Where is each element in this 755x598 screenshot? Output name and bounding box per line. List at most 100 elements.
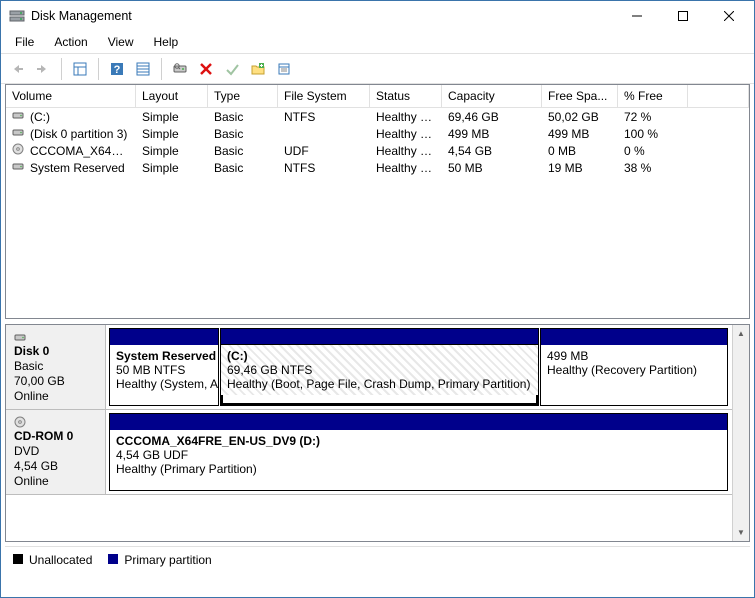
disk-row: CD-ROM 0DVD4,54 GBOnlineCCCOMA_X64FRE_EN… [6, 410, 732, 495]
drive-icon [12, 126, 26, 138]
refresh-disks-button[interactable] [168, 57, 192, 81]
layout-button[interactable] [68, 57, 92, 81]
cd-icon [12, 143, 26, 155]
partition[interactable]: CCCOMA_X64FRE_EN-US_DV9 (D:)4,54 GB UDFH… [109, 413, 728, 491]
col-type[interactable]: Type [208, 85, 278, 107]
partition[interactable]: System Reserved50 MB NTFSHealthy (System… [109, 328, 219, 406]
volume-layout: Simple [136, 157, 208, 179]
disk-name: Disk 0 [14, 344, 97, 358]
content-area: Volume Layout Type File System Status Ca… [1, 84, 754, 597]
partition-info: 69,46 GB NTFS [227, 363, 532, 377]
volume-row[interactable]: System Reserved SimpleBasicNTFSHealthy (S… [6, 159, 749, 176]
legend: Unallocated Primary partition [5, 546, 750, 573]
volume-type: Basic [208, 157, 278, 179]
properties-button[interactable] [272, 57, 296, 81]
toolbar-separator [61, 58, 62, 80]
drive-icon [12, 109, 26, 121]
disk-size: 4,54 GB [14, 459, 97, 473]
delete-button[interactable] [194, 57, 218, 81]
toolbar: ? [1, 54, 754, 84]
partition-info: 4,54 GB UDF [116, 448, 721, 462]
disk-label[interactable]: CD-ROM 0DVD4,54 GBOnline [6, 410, 106, 494]
scroll-down-button[interactable]: ▼ [733, 524, 749, 541]
volume-list-body[interactable]: (C:)SimpleBasicNTFSHealthy (B...69,46 GB… [6, 108, 749, 318]
volume-fs [278, 130, 370, 138]
help-button[interactable]: ? [105, 57, 129, 81]
volume-fs: NTFS [278, 108, 370, 128]
volume-capacity: 50 MB [442, 157, 542, 179]
partition-status: Healthy (Primary Partition) [116, 462, 721, 476]
menu-view[interactable]: View [100, 33, 142, 51]
new-folder-button[interactable] [246, 57, 270, 81]
volume-list-header[interactable]: Volume Layout Type File System Status Ca… [6, 85, 749, 108]
volume-pctfree: 38 % [618, 157, 688, 179]
back-button [5, 57, 29, 81]
col-capacity[interactable]: Capacity [442, 85, 542, 107]
disk-management-window: Disk Management File Action View Help ? … [0, 0, 755, 598]
svg-text:?: ? [114, 64, 121, 76]
toolbar-separator [161, 58, 162, 80]
scroll-up-button[interactable]: ▲ [733, 325, 749, 342]
legend-unallocated: Unallocated [13, 553, 92, 567]
titlebar[interactable]: Disk Management [1, 1, 754, 31]
menubar: File Action View Help [1, 31, 754, 53]
col-pctfree[interactable]: % Free [618, 85, 688, 107]
close-button[interactable] [706, 2, 752, 31]
app-icon [9, 8, 25, 24]
col-status[interactable]: Status [370, 85, 442, 107]
partition-color-bar [110, 414, 727, 430]
col-tail[interactable] [688, 85, 749, 107]
primary-swatch [108, 554, 118, 564]
partition-info: 50 MB NTFS [116, 363, 212, 377]
drive-icon [14, 331, 97, 343]
unallocated-swatch [13, 554, 23, 564]
menu-file[interactable]: File [7, 33, 42, 51]
maximize-button[interactable] [660, 2, 706, 31]
legend-unallocated-label: Unallocated [29, 553, 92, 567]
partition-color-bar [541, 329, 727, 345]
partition-name: CCCOMA_X64FRE_EN-US_DV9 (D:) [116, 434, 721, 448]
partition[interactable]: (C:)69,46 GB NTFSHealthy (Boot, Page Fil… [220, 328, 539, 406]
volume-free: 19 MB [542, 157, 618, 179]
apply-button [220, 57, 244, 81]
col-free[interactable]: Free Spa... [542, 85, 618, 107]
vertical-scrollbar[interactable]: ▲ ▼ [732, 325, 749, 541]
legend-primary-label: Primary partition [124, 553, 211, 567]
drive-icon [12, 160, 26, 172]
partition-status: Healthy (Boot, Page File, Crash Dump, Pr… [227, 377, 532, 391]
volume-status: Healthy (S... [370, 157, 442, 179]
disk-partitions: CCCOMA_X64FRE_EN-US_DV9 (D:)4,54 GB UDFH… [106, 410, 732, 494]
partition-status: Healthy (System, A [116, 377, 212, 391]
partition-info: 499 MB [547, 349, 721, 363]
disk-graphic-list[interactable]: Disk 0Basic70,00 GBOnlineSystem Reserved… [6, 325, 749, 541]
partition-name: (C:) [227, 349, 532, 363]
disk-partitions: System Reserved50 MB NTFSHealthy (System… [106, 325, 732, 409]
partition-color-bar [110, 329, 218, 345]
col-filesystem[interactable]: File System [278, 85, 370, 107]
disk-kind: Basic [14, 359, 97, 373]
disk-state: Online [14, 389, 97, 403]
disk-state: Online [14, 474, 97, 488]
volume-list[interactable]: Volume Layout Type File System Status Ca… [5, 84, 750, 319]
col-volume[interactable]: Volume [6, 85, 136, 107]
disk-graphic-pane[interactable]: Disk 0Basic70,00 GBOnlineSystem Reserved… [5, 324, 750, 542]
menu-action[interactable]: Action [46, 33, 95, 51]
disk-size: 70,00 GB [14, 374, 97, 388]
disk-name: CD-ROM 0 [14, 429, 97, 443]
volume-fs: NTFS [278, 157, 370, 179]
cd-icon [14, 416, 97, 428]
legend-primary: Primary partition [108, 553, 211, 567]
partition[interactable]: 499 MBHealthy (Recovery Partition) [540, 328, 728, 406]
minimize-button[interactable] [614, 2, 660, 31]
menu-help[interactable]: Help [146, 33, 187, 51]
list-button[interactable] [131, 57, 155, 81]
partition-color-bar [221, 329, 538, 345]
window-title: Disk Management [31, 9, 614, 23]
toolbar-separator [98, 58, 99, 80]
disk-label[interactable]: Disk 0Basic70,00 GBOnline [6, 325, 106, 409]
volume-name: System Reserved [30, 161, 125, 175]
col-layout[interactable]: Layout [136, 85, 208, 107]
disk-row: Disk 0Basic70,00 GBOnlineSystem Reserved… [6, 325, 732, 410]
forward-button [31, 57, 55, 81]
disk-kind: DVD [14, 444, 97, 458]
